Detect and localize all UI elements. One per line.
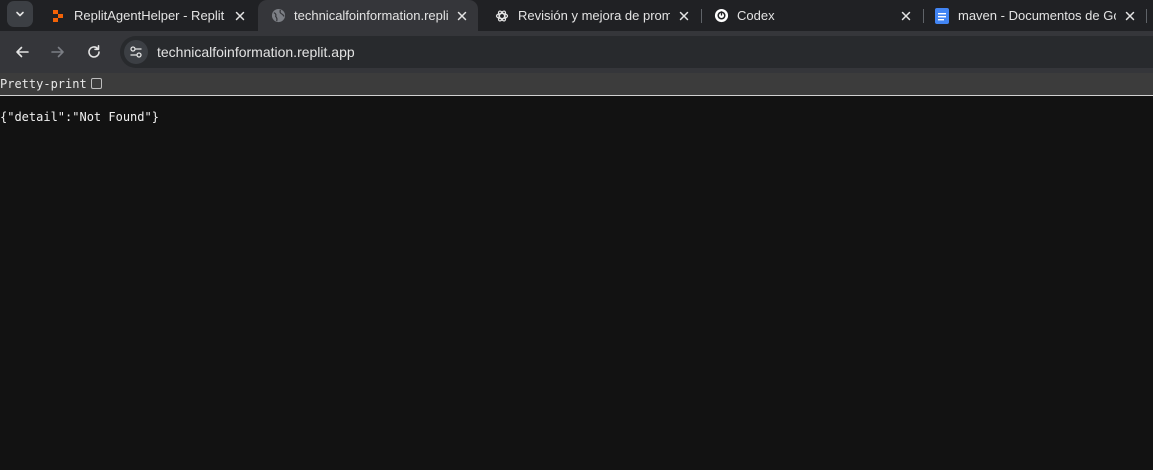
pretty-print-label[interactable]: Pretty-print [0,77,87,91]
close-icon[interactable] [232,8,248,24]
tab-title: Revisión y mejora de prompt [518,8,670,23]
tab-maven-docs[interactable]: maven - Documentos de Google [924,0,1146,31]
arrow-right-icon [51,46,64,58]
google-docs-icon [934,7,950,24]
site-info-button[interactable] [124,40,148,64]
pretty-print-checkbox[interactable] [91,78,102,89]
tab-title: maven - Documentos de Google [958,8,1116,23]
tab-title: ReplitAgentHelper - Replit [74,8,225,23]
pretty-print-bar: Pretty-print [0,73,1153,96]
tab-replit-agent-helper[interactable]: ReplitAgentHelper - Replit [34,0,256,31]
tab-codex[interactable]: Codex [702,0,922,31]
tab-title: technicalfoinformation.replit.app [294,8,448,23]
globe-icon [270,8,286,24]
tab-revision-prompt[interactable]: Revisión y mejora de prompt [478,0,700,31]
json-response: {"detail":"Not Found"} [0,110,159,124]
replit-icon [50,8,66,24]
tab-strip: ReplitAgentHelper - Replit technicalfoin… [0,0,1153,31]
forward-button[interactable] [44,38,72,66]
close-icon[interactable] [454,8,470,24]
reload-button[interactable] [80,38,108,66]
close-icon[interactable] [1122,8,1138,24]
browser-toolbar: technicalfoinformation.replit.app [0,31,1153,73]
browser-window: ReplitAgentHelper - Replit technicalfoin… [0,0,1153,470]
close-icon[interactable] [898,8,914,24]
openai-icon [494,8,510,24]
arrow-left-icon [16,46,29,58]
reload-icon [88,45,100,58]
tab-technicalfoinformation[interactable]: technicalfoinformation.replit.app [258,0,478,31]
close-icon[interactable] [676,8,692,24]
url-text[interactable]: technicalfoinformation.replit.app [157,44,355,60]
address-bar[interactable]: technicalfoinformation.replit.app [120,36,1153,68]
tab-search-button[interactable] [7,1,33,27]
tab-separator [1146,9,1147,23]
tune-icon [130,46,142,58]
back-button[interactable] [8,38,36,66]
chevron-down-icon [16,11,24,17]
tab-title: Codex [737,8,775,23]
codex-icon [713,8,729,24]
